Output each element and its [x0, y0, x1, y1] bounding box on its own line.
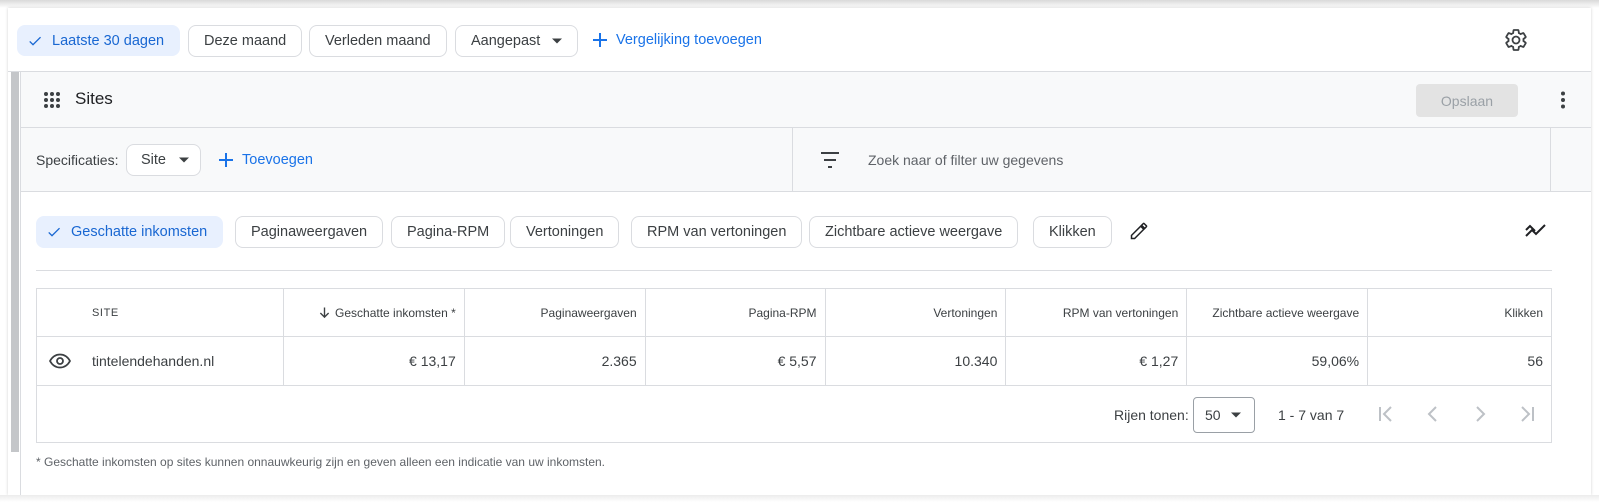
- first-page-icon[interactable]: [1376, 404, 1396, 424]
- filter-input[interactable]: Zoek naar of filter uw gegevens: [868, 152, 1063, 168]
- date-chip-last-30-days[interactable]: Laatste 30 dagen: [17, 25, 181, 56]
- date-chip-this-month[interactable]: Deze maand: [188, 25, 303, 57]
- column-header-impressions[interactable]: Vertoningen: [826, 289, 1007, 336]
- rail-scroll-track: [11, 72, 19, 452]
- sort-down-icon: [319, 307, 330, 318]
- dimension-chip-label: Site: [141, 152, 166, 168]
- plus-icon: [593, 33, 607, 47]
- apps-grid-icon[interactable]: [43, 91, 61, 109]
- table-header-row: SITE Geschatte inkomsten * Paginaweergav…: [37, 289, 1551, 337]
- dropdown-arrow-icon: [1230, 412, 1241, 418]
- column-header-page-rpm[interactable]: Pagina-RPM: [646, 289, 826, 336]
- chart-toggle-icon[interactable]: [1525, 222, 1547, 240]
- bottom-shadow: [0, 495, 1599, 502]
- plus-icon: [219, 153, 233, 167]
- save-button[interactable]: Opslaan: [1416, 84, 1518, 117]
- column-header-site[interactable]: SITE: [37, 289, 284, 336]
- metric-chip-label: Pagina-RPM: [407, 224, 490, 240]
- add-dimension-label: Toevoegen: [242, 152, 313, 168]
- rows-per-page-value: 50: [1205, 407, 1221, 423]
- dropdown-arrow-icon: [552, 38, 563, 44]
- pageviews-cell: 2.365: [465, 337, 646, 385]
- add-comparison-link[interactable]: Vergelijking toevoegen: [593, 32, 762, 48]
- metric-chip-estimated-earnings[interactable]: Geschatte inkomsten: [36, 216, 224, 248]
- metric-chip-label: Zichtbare actieve weergave: [825, 224, 1003, 240]
- filter-bar[interactable]: Zoek naar of filter uw gegevens: [793, 128, 1551, 192]
- date-chip-custom[interactable]: Aangepast: [455, 25, 579, 57]
- metric-chip-impressions[interactable]: Vertoningen: [510, 216, 620, 248]
- pagination-bar: Rijen tonen: 50 1 - 7 van 7: [37, 387, 1551, 443]
- metric-chip-label: Klikken: [1049, 224, 1096, 240]
- report-frame: Laatste 30 dagen Deze maand Verleden maa…: [8, 8, 1591, 495]
- filter-icon: [821, 152, 839, 168]
- impressions-cell: 10.340: [826, 337, 1007, 385]
- next-page-icon[interactable]: [1470, 404, 1490, 424]
- date-chip-label: Verleden maand: [325, 33, 431, 49]
- metric-chip-clicks[interactable]: Klikken: [1033, 216, 1112, 248]
- metric-chip-page-rpm[interactable]: Pagina-RPM: [391, 216, 506, 248]
- active-view-cell: 59,06%: [1187, 337, 1369, 385]
- site-cell: tintelendehanden.nl: [37, 337, 284, 385]
- table-row: tintelendehanden.nl € 13,17 2.365 € 5,57…: [37, 337, 1551, 386]
- date-chip-label: Deze maand: [204, 33, 287, 49]
- date-range-bar: Laatste 30 dagen Deze maand Verleden maa…: [8, 8, 1591, 72]
- date-chip-label: Laatste 30 dagen: [52, 32, 165, 49]
- column-header-estimated-earnings[interactable]: Geschatte inkomsten *: [284, 289, 465, 336]
- metrics-divider: [36, 270, 1552, 271]
- pagination-range: 1 - 7 van 7: [1278, 407, 1345, 423]
- sites-table: SITE Geschatte inkomsten * Paginaweergav…: [36, 288, 1552, 443]
- card-header: Sites Opslaan: [21, 72, 1591, 128]
- dimensions-label: Specificaties:: [36, 152, 119, 168]
- filter-bar-end: [1551, 128, 1591, 192]
- rows-per-page-label: Rijen tonen:: [1114, 407, 1189, 423]
- metric-chip-pageviews[interactable]: Paginaweergaven: [235, 216, 384, 248]
- metric-chip-active-view-viewable[interactable]: Zichtbare actieve weergave: [809, 216, 1019, 248]
- dropdown-arrow-icon: [179, 157, 189, 163]
- column-header-pageviews[interactable]: Paginaweergaven: [465, 289, 646, 336]
- column-header-impression-rpm[interactable]: RPM van vertoningen: [1006, 289, 1188, 336]
- metric-chip-label: Paginaweergaven: [251, 224, 368, 240]
- top-shadow: [0, 0, 1599, 8]
- last-page-icon[interactable]: [1517, 404, 1537, 424]
- settings-gear-icon[interactable]: [1504, 28, 1528, 52]
- metric-chip-impression-rpm[interactable]: RPM van vertoningen: [631, 216, 803, 248]
- add-comparison-label: Vergelijking toevoegen: [616, 32, 762, 48]
- clicks-cell: 56: [1527, 353, 1543, 369]
- edit-pencil-icon[interactable]: [1129, 221, 1149, 241]
- card-title: Sites: [75, 89, 113, 108]
- check-icon: [48, 227, 60, 237]
- add-dimension-link[interactable]: Toevoegen: [219, 152, 313, 168]
- previous-page-icon[interactable]: [1423, 404, 1443, 424]
- metric-chip-label: Geschatte inkomsten: [71, 224, 208, 240]
- eye-icon[interactable]: [49, 352, 71, 370]
- column-header-clicks[interactable]: Klikken: [1368, 289, 1551, 336]
- date-chip-last-month[interactable]: Verleden maand: [309, 25, 447, 57]
- page-rpm-cell: € 5,57: [646, 337, 826, 385]
- column-header-label: Geschatte inkomsten *: [335, 305, 456, 320]
- impression-rpm-cell: € 1,27: [1006, 337, 1188, 385]
- earnings-footnote: * Geschatte inkomsten op sites kunnen on…: [36, 455, 606, 469]
- dimension-site-chip[interactable]: Site: [126, 144, 201, 176]
- dimensions-bar: Specificaties: Site Toevoegen: [21, 128, 793, 192]
- metric-chip-label: Vertoningen: [526, 224, 604, 240]
- estimated-earnings-cell: € 13,17: [284, 337, 465, 385]
- rows-per-page-select[interactable]: 50: [1193, 397, 1255, 433]
- check-icon: [29, 36, 41, 46]
- date-chip-label: Aangepast: [471, 33, 541, 49]
- column-header-active-view[interactable]: Zichtbare actieve weergave: [1187, 289, 1369, 336]
- more-vert-icon[interactable]: [1553, 90, 1573, 110]
- site-name: tintelendehanden.nl: [92, 353, 215, 369]
- metric-chip-label: RPM van vertoningen: [647, 224, 787, 240]
